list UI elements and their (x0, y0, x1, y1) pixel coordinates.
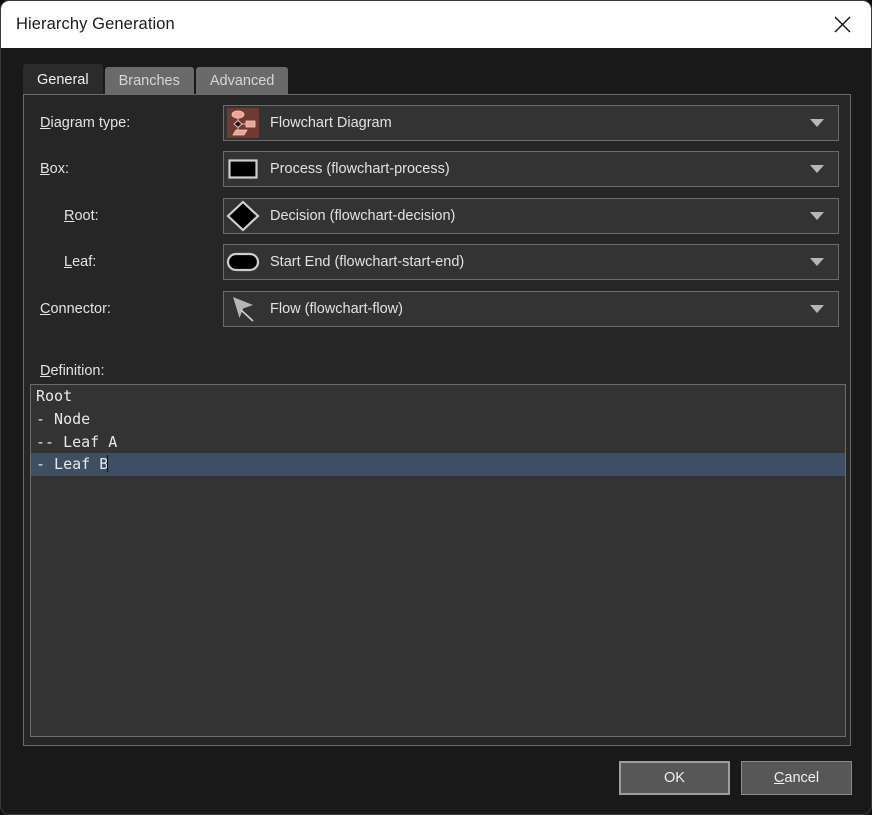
field-row-leaf: Leaf: Start End (flowchart-start-end) (24, 244, 850, 280)
dialog-button-bar: OK Cancel (1, 761, 872, 799)
process-shape-icon (224, 152, 262, 186)
field-row-box: Box: Process (flowchart-process) (24, 151, 850, 187)
diagram-type-dropdown[interactable]: Flowchart Diagram (223, 105, 839, 141)
definition-line-text: - Node (36, 410, 90, 428)
definition-label: Definition: (40, 363, 105, 379)
tab-general[interactable]: General (23, 64, 103, 95)
flow-connector-icon (224, 292, 262, 326)
tab-advanced[interactable]: Advanced (196, 67, 289, 95)
definition-line: Root (31, 385, 845, 408)
connector-value: Flow (flowchart-flow) (270, 301, 403, 317)
tab-branches-label: Branches (119, 73, 180, 89)
cancel-button[interactable]: Cancel (741, 761, 852, 795)
diagram-type-label: Diagram type: (40, 115, 130, 131)
text-caret (107, 455, 108, 472)
tab-strip: General Branches Advanced (23, 64, 290, 95)
definition-line-text: Root (36, 387, 72, 405)
leaf-value: Start End (flowchart-start-end) (270, 254, 464, 270)
chevron-down-icon (810, 212, 824, 220)
definition-line: -- Leaf A (31, 431, 845, 454)
close-icon (833, 15, 852, 34)
definition-line: - Node (31, 408, 845, 431)
chevron-down-icon (810, 119, 824, 127)
box-dropdown[interactable]: Process (flowchart-process) (223, 151, 839, 187)
tab-advanced-label: Advanced (210, 73, 275, 89)
close-button[interactable] (813, 1, 871, 48)
tab-branches[interactable]: Branches (105, 67, 194, 95)
general-tab-panel: Diagram type: Flowchart Diagram (23, 94, 851, 746)
definition-textarea[interactable]: Root - Node -- Leaf A - Leaf B (30, 384, 846, 737)
start-end-shape-icon (224, 245, 262, 279)
field-row-root: Root: Decision (flowchart-decision) (24, 198, 850, 234)
definition-line-text: - Leaf B (36, 455, 108, 473)
chevron-down-icon (810, 165, 824, 173)
title-bar: Hierarchy Generation (1, 1, 871, 48)
box-value: Process (flowchart-process) (270, 161, 450, 177)
ok-button[interactable]: OK (619, 761, 730, 795)
definition-line-text: -- Leaf A (36, 433, 117, 451)
definition-line-current: - Leaf B (31, 453, 845, 476)
root-value: Decision (flowchart-decision) (270, 208, 455, 224)
field-row-connector: Connector: Flow (flowchart-flow) (24, 291, 850, 327)
ok-button-label: OK (664, 770, 685, 786)
field-row-diagram-type: Diagram type: Flowchart Diagram (24, 105, 850, 141)
diagram-type-value: Flowchart Diagram (270, 115, 392, 131)
decision-shape-icon (224, 199, 262, 233)
connector-label: Connector: (40, 301, 111, 317)
box-label: Box: (40, 161, 69, 177)
tab-general-label: General (37, 72, 89, 88)
cancel-button-label: Cancel (774, 770, 819, 786)
leaf-label: Leaf: (64, 254, 96, 270)
flowchart-diagram-icon (224, 106, 262, 140)
hierarchy-generation-dialog: Hierarchy Generation General Branches Ad… (0, 0, 872, 815)
chevron-down-icon (810, 305, 824, 313)
connector-dropdown[interactable]: Flow (flowchart-flow) (223, 291, 839, 327)
root-label: Root: (64, 208, 99, 224)
leaf-dropdown[interactable]: Start End (flowchart-start-end) (223, 244, 839, 280)
window-title: Hierarchy Generation (16, 15, 175, 34)
root-dropdown[interactable]: Decision (flowchart-decision) (223, 198, 839, 234)
chevron-down-icon (810, 258, 824, 266)
